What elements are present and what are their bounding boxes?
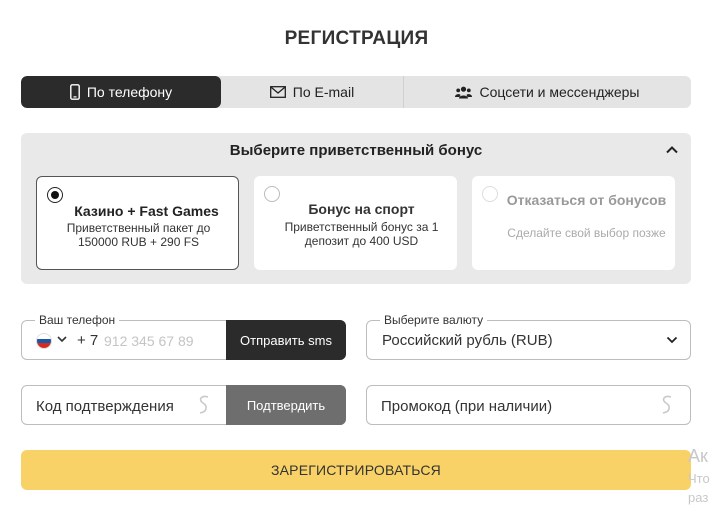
- bonus-option-description: Приветственный бонус за 1 депозит до 400…: [284, 220, 439, 248]
- bonus-option-title: Отказаться от бонусов: [506, 192, 667, 208]
- russia-flag-icon[interactable]: [36, 333, 52, 349]
- radio-unselected[interactable]: [264, 186, 280, 202]
- bonus-option-title: Бонус на спорт: [308, 201, 415, 217]
- bonus-option-description: Приветственный пакет до 150000 RUB + 290…: [66, 221, 211, 249]
- chevron-down-icon[interactable]: [666, 335, 678, 345]
- registration-method-tabs: По телефону По E-mail Соцсети и мессендж…: [21, 76, 691, 108]
- phone-icon: [69, 84, 80, 100]
- register-button[interactable]: ЗАРЕГИСТРИРОВАТЬСЯ: [21, 450, 691, 490]
- confirmation-code-input[interactable]: [36, 395, 186, 417]
- tab-phone-label: По телефону: [86, 84, 173, 100]
- watermark-text: Ак: [688, 446, 708, 466]
- confirm-code-button[interactable]: Подтвердить: [226, 385, 346, 425]
- swirl-icon: [199, 395, 209, 414]
- bonus-option-casino[interactable]: Казино + Fast Games Приветственный пакет…: [36, 176, 239, 270]
- tab-social-label: Соцсети и мессенджеры: [479, 84, 640, 100]
- phone-field: Ваш телефон + 7 Отправить sms: [21, 313, 346, 360]
- bonus-option-description: Сделайте свой выбор позже: [507, 226, 666, 240]
- promo-code-field: [366, 385, 691, 425]
- send-sms-button[interactable]: Отправить sms: [226, 320, 346, 360]
- bonus-panel: Выберите приветственный бонус Казино + F…: [21, 133, 691, 284]
- promo-code-input[interactable]: [381, 395, 631, 417]
- watermark-text: раз: [688, 490, 709, 505]
- chevron-up-icon[interactable]: [665, 144, 679, 156]
- tab-phone[interactable]: По телефону: [21, 76, 221, 108]
- tab-email-label: По E-mail: [292, 84, 355, 100]
- tab-social[interactable]: Соцсети и мессенджеры: [404, 76, 691, 108]
- swirl-icon: [662, 395, 672, 414]
- phone-input[interactable]: [104, 330, 224, 352]
- currency-value: Российский рубль (RUB): [382, 332, 553, 349]
- tab-email[interactable]: По E-mail: [221, 76, 404, 108]
- radio-selected[interactable]: [47, 187, 63, 203]
- currency-field-label: Выберите валюту: [380, 313, 488, 327]
- confirmation-code-field: Подтвердить: [21, 385, 346, 425]
- radio-unselected[interactable]: [482, 186, 498, 202]
- bonus-option-title: Казино + Fast Games: [74, 203, 219, 219]
- bonus-option-decline[interactable]: Отказаться от бонусов Сделайте свой выбо…: [472, 176, 675, 270]
- bonus-heading: Выберите приветственный бонус: [229, 142, 483, 159]
- envelope-icon: [269, 86, 286, 98]
- page-title: РЕГИСТРАЦИЯ: [284, 28, 429, 49]
- users-icon: [455, 86, 473, 98]
- chevron-down-icon[interactable]: [57, 335, 67, 343]
- bonus-option-sport[interactable]: Бонус на спорт Приветственный бонус за 1…: [254, 176, 457, 270]
- phone-prefix: + 7: [77, 332, 99, 349]
- currency-select[interactable]: Выберите валюту Российский рубль (RUB): [366, 313, 691, 360]
- watermark-text: Что: [688, 471, 710, 486]
- phone-field-label: Ваш телефон: [35, 313, 120, 327]
